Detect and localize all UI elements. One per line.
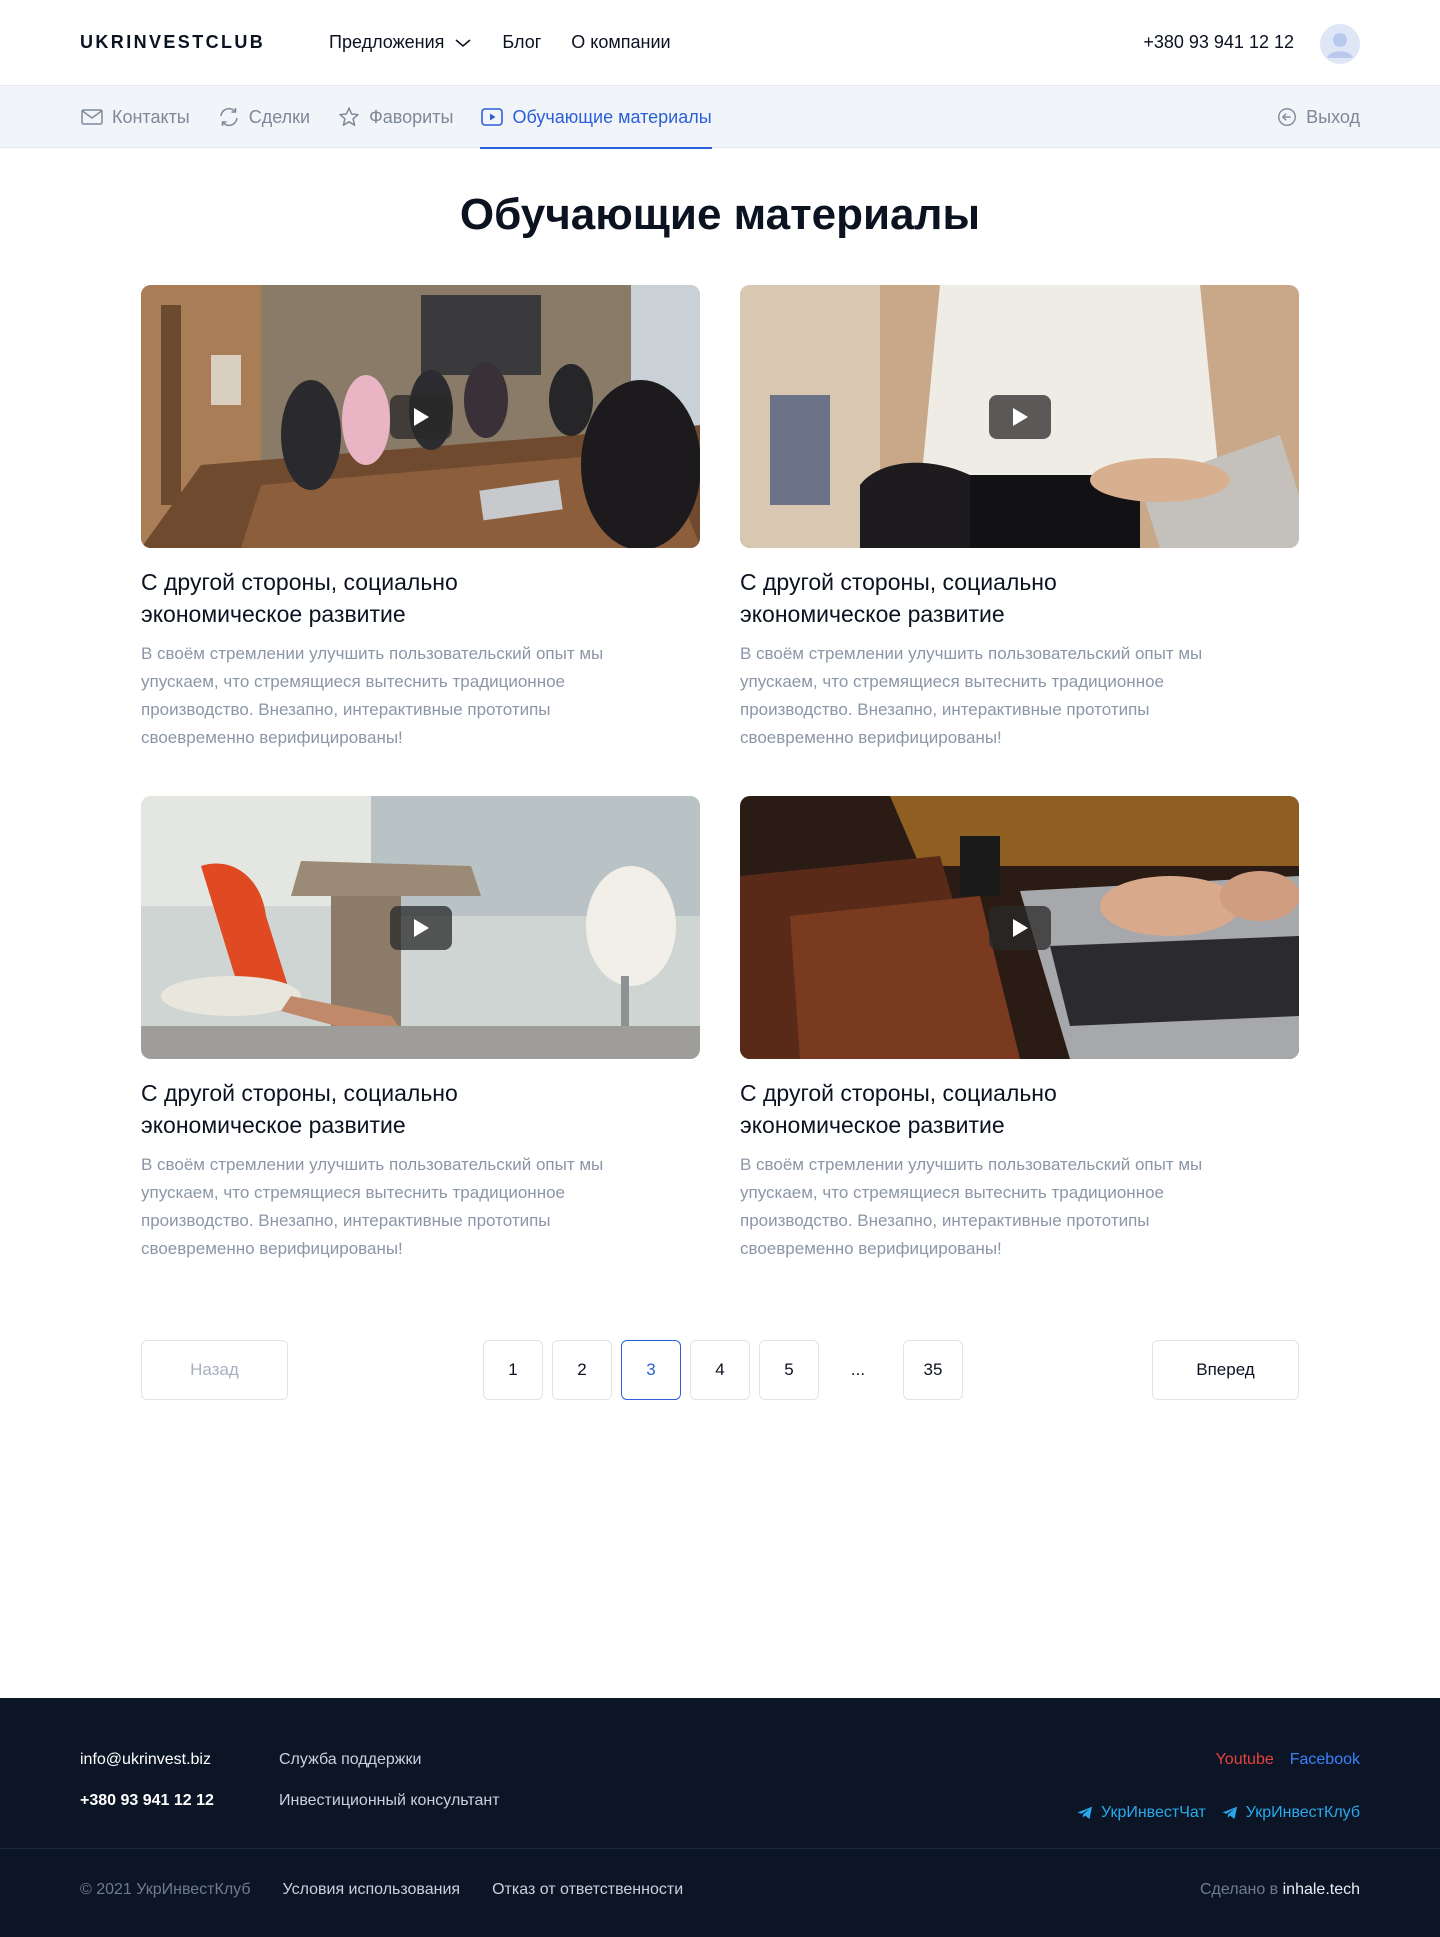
materials-grid: С другой стороны, социально экономическо… <box>141 285 1299 1307</box>
footer-contacts: info@ukrinvest.biz +380 93 941 12 12 <box>80 1751 214 1833</box>
star-icon <box>339 107 359 126</box>
facebook-link[interactable]: Facebook <box>1290 1751 1360 1792</box>
tab-label: Обучающие материалы <box>512 106 712 127</box>
footer-phone[interactable]: +380 93 941 12 12 <box>80 1792 214 1833</box>
footer-social: Youtube Facebook УкрИнвестЧат УкрИнвестК… <box>1077 1751 1360 1833</box>
card-title[interactable]: С другой стороны, социально экономическо… <box>740 1077 1160 1141</box>
tab-favorites[interactable]: Фавориты <box>337 86 453 148</box>
page-last-button[interactable]: 35 <box>903 1340 963 1400</box>
card-title[interactable]: С другой стороны, социально экономическо… <box>141 566 561 630</box>
tab-label: Контакты <box>112 106 190 127</box>
account-subnav: Контакты Сделки Фавориты Обучающие матер… <box>0 86 1440 149</box>
header-phone[interactable]: +380 93 941 12 12 <box>1143 32 1294 53</box>
site-header: UKRINVESTCLUB Предложения Блог О компани… <box>0 0 1440 86</box>
play-button[interactable] <box>988 394 1051 439</box>
prev-page-button[interactable]: Назад <box>141 1340 288 1400</box>
youtube-link[interactable]: Youtube <box>1216 1751 1274 1792</box>
tab-label: Фавориты <box>369 106 454 127</box>
logout-button[interactable]: Выход <box>1276 86 1360 148</box>
telegram-club-label: УкрИнвестКлуб <box>1245 1803 1360 1821</box>
card-title[interactable]: С другой стороны, социально экономическо… <box>141 1077 561 1141</box>
card-description: В своём стремлении улучшить пользователь… <box>740 1155 1203 1258</box>
video-play-icon <box>481 108 504 126</box>
telegram-icon <box>1222 1806 1237 1819</box>
material-card: С другой стороны, социально экономическо… <box>740 285 1299 796</box>
site-footer: info@ukrinvest.biz +380 93 941 12 12 Слу… <box>0 1698 1440 1937</box>
support-link[interactable]: Служба поддержки <box>279 1751 500 1792</box>
consultant-link[interactable]: Инвестиционный консультант <box>279 1792 500 1833</box>
next-page-button[interactable]: Вперед <box>1152 1340 1299 1400</box>
pagination-ellipsis: ... <box>850 1360 866 1379</box>
play-button[interactable] <box>389 394 452 439</box>
card-description: В своём стремлении улучшить пользователь… <box>141 1155 604 1258</box>
logout-label: Выход <box>1306 106 1360 127</box>
footer-bottom: © 2021 УкрИнвестКлуб Условия использован… <box>80 1881 683 1899</box>
made-by: Сделано в inhale.tech <box>1200 1881 1360 1899</box>
copyright: © 2021 УкрИнвестКлуб <box>80 1881 251 1898</box>
avatar[interactable] <box>1320 24 1360 64</box>
tab-contacts[interactable]: Контакты <box>80 86 190 148</box>
refresh-icon <box>220 107 238 127</box>
play-icon <box>413 918 429 937</box>
footer-divider <box>0 1848 1440 1849</box>
material-card: С другой стороны, социально экономическо… <box>141 285 700 796</box>
play-button[interactable] <box>988 905 1051 950</box>
nav-offers-label: Предложения <box>329 32 445 52</box>
video-thumbnail[interactable] <box>141 285 700 548</box>
page-4-button[interactable]: 4 <box>690 1340 750 1400</box>
nav-about-link[interactable]: О компании <box>571 32 670 53</box>
play-icon <box>1012 407 1028 426</box>
video-thumbnail[interactable] <box>141 796 700 1059</box>
tab-label: Сделки <box>248 106 311 127</box>
material-card: С другой стороны, социально экономическо… <box>141 796 700 1307</box>
logout-icon <box>1278 108 1297 126</box>
tab-learning-materials[interactable]: Обучающие материалы <box>480 86 712 149</box>
play-button[interactable] <box>389 905 452 950</box>
pagination: Назад 1 2 3 4 5 ... 35 Вперед <box>141 1340 1299 1400</box>
made-by-prefix: Сделано в <box>1199 1881 1279 1898</box>
terms-link[interactable]: Условия использования <box>283 1881 461 1899</box>
page-5-button[interactable]: 5 <box>759 1340 819 1400</box>
chevron-down-icon <box>455 38 471 47</box>
telegram-chat-link[interactable]: УкрИнвестЧат <box>1077 1792 1206 1833</box>
card-description: В своём стремлении улучшить пользователь… <box>740 644 1203 747</box>
nav-offers-dropdown[interactable]: Предложения <box>329 32 472 53</box>
page-2-button[interactable]: 2 <box>552 1340 612 1400</box>
nav-blog-link[interactable]: Блог <box>502 32 541 53</box>
page-1-button[interactable]: 1 <box>483 1340 543 1400</box>
page-title: Обучающие материалы <box>459 190 981 239</box>
made-by-brand-link[interactable]: inhale.tech <box>1283 1881 1360 1898</box>
video-thumbnail[interactable] <box>740 796 1299 1059</box>
play-icon <box>413 407 429 426</box>
mail-icon <box>81 109 103 125</box>
telegram-club-link[interactable]: УкрИнвестКлуб <box>1222 1792 1360 1833</box>
user-avatar-icon <box>1320 24 1360 64</box>
material-card: С другой стороны, социально экономическо… <box>740 796 1299 1307</box>
footer-links: Служба поддержки Инвестиционный консульт… <box>279 1751 500 1833</box>
logo[interactable]: UKRINVESTCLUB <box>80 32 265 53</box>
disclaimer-link[interactable]: Отказ от ответственности <box>492 1881 683 1899</box>
tab-deals[interactable]: Сделки <box>217 86 310 148</box>
card-title[interactable]: С другой стороны, социально экономическо… <box>740 566 1160 630</box>
card-description: В своём стремлении улучшить пользователь… <box>141 644 604 747</box>
telegram-chat-label: УкрИнвестЧат <box>1101 1803 1206 1821</box>
play-icon <box>1012 918 1028 937</box>
telegram-icon <box>1077 1806 1092 1819</box>
footer-email[interactable]: info@ukrinvest.biz <box>80 1751 214 1792</box>
page-3-button[interactable]: 3 <box>621 1340 681 1400</box>
top-nav: Предложения Блог О компании <box>329 32 671 53</box>
video-thumbnail[interactable] <box>740 285 1299 548</box>
